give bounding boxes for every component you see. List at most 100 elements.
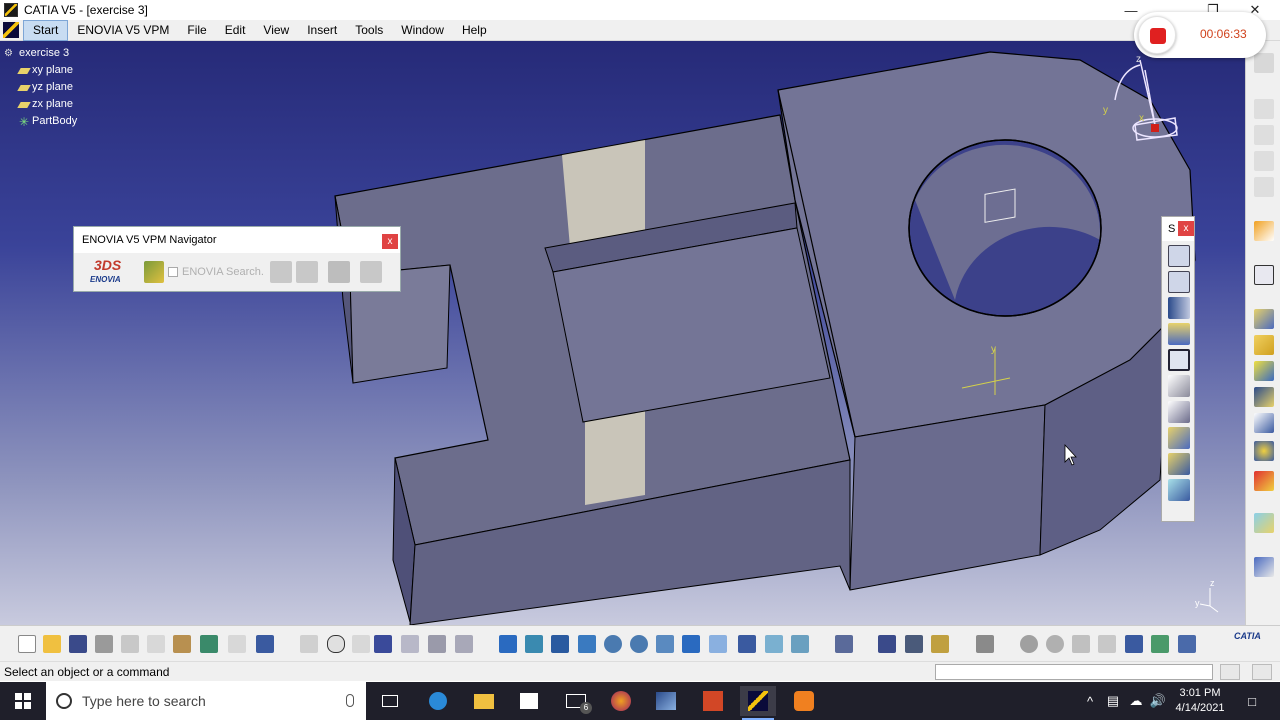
table-icon[interactable] <box>374 635 392 653</box>
search-tree-icon[interactable] <box>270 261 292 283</box>
render-style-icon[interactable] <box>738 635 756 653</box>
sketcher-icon[interactable] <box>1254 265 1274 285</box>
cut-icon[interactable] <box>121 635 139 653</box>
slot-icon[interactable] <box>1168 479 1190 501</box>
open-icon[interactable] <box>43 635 61 653</box>
app-icon[interactable] <box>648 686 684 716</box>
edge-icon[interactable] <box>420 686 456 716</box>
pad-icon[interactable] <box>1168 323 1190 345</box>
inertia-icon[interactable] <box>931 635 949 653</box>
comment-icon[interactable] <box>327 635 345 653</box>
surface-icon[interactable] <box>1254 513 1274 533</box>
parameter-icon[interactable] <box>352 635 370 653</box>
tool-icon[interactable] <box>1254 177 1274 197</box>
tree-node-root[interactable]: ⚙ exercise 3 <box>4 45 77 62</box>
status-button[interactable] <box>1252 664 1272 680</box>
task-view-icon[interactable] <box>372 686 408 716</box>
undo-icon[interactable] <box>200 635 218 653</box>
menu-help[interactable]: Help <box>453 20 496 41</box>
menu-view[interactable]: View <box>254 20 298 41</box>
menu-insert[interactable]: Insert <box>298 20 346 41</box>
new-icon[interactable] <box>18 635 36 653</box>
copy-icon[interactable] <box>147 635 165 653</box>
zoom-in-icon[interactable] <box>604 635 622 653</box>
enovia-navigator-window[interactable]: ENOVIA V5 VPM Navigator x 3DS ENOVIA ENO… <box>73 226 401 292</box>
enovia-search-field[interactable]: ENOVIA Search... <box>182 266 264 278</box>
profile-icon[interactable] <box>1168 297 1190 319</box>
menu-start[interactable]: Start <box>23 19 69 41</box>
pocket-icon[interactable] <box>1254 335 1274 355</box>
catalog-icon[interactable] <box>428 635 446 653</box>
measure-item-icon[interactable] <box>905 635 923 653</box>
shaft-icon[interactable] <box>1254 361 1274 381</box>
iso-view-icon[interactable] <box>709 635 727 653</box>
redo-icon[interactable] <box>228 635 246 653</box>
hide-show-icon[interactable] <box>765 635 783 653</box>
tool-icon[interactable] <box>1254 151 1274 171</box>
swap-space-icon[interactable] <box>791 635 809 653</box>
cloud-icon[interactable]: ☁ <box>1126 682 1146 720</box>
floating-toolbar[interactable]: S x <box>1161 216 1195 522</box>
gear-icon[interactable] <box>1254 53 1274 73</box>
3d-viewport[interactable]: y z y x z y ⚙ exercise 3 xy plane yz pla… <box>0 41 1245 625</box>
tree-node-yz-plane[interactable]: yz plane <box>4 79 77 96</box>
search-options-icon[interactable] <box>144 261 164 283</box>
update-icon[interactable] <box>835 635 853 653</box>
save-icon[interactable] <box>69 635 87 653</box>
hole-icon[interactable] <box>1168 427 1190 449</box>
analysis-icon[interactable] <box>455 635 473 653</box>
measure-between-icon[interactable] <box>878 635 896 653</box>
rotate-view-icon[interactable] <box>1020 635 1038 653</box>
refresh-icon[interactable] <box>360 261 382 283</box>
groove-icon[interactable] <box>1168 401 1190 423</box>
constraint-icon[interactable] <box>1125 635 1143 653</box>
store-icon[interactable] <box>511 686 547 716</box>
mail-icon[interactable]: 6 <box>558 686 594 716</box>
formula-icon[interactable] <box>300 635 318 653</box>
close-icon[interactable]: x <box>1178 221 1194 236</box>
plane-icon[interactable] <box>1254 441 1274 461</box>
notification-icon[interactable]: □ <box>1240 682 1264 720</box>
boolean-icon[interactable] <box>1254 471 1274 491</box>
snap-icon[interactable] <box>1151 635 1169 653</box>
tree-node-xy-plane[interactable]: xy plane <box>4 62 77 79</box>
menu-enovia[interactable]: ENOVIA V5 VPM <box>68 20 178 41</box>
file-explorer-icon[interactable] <box>466 686 502 716</box>
tree-node-partbody[interactable]: ✳ PartBody <box>4 113 77 130</box>
enovia-logo[interactable]: 3DS ENOVIA <box>88 257 134 287</box>
print-icon[interactable] <box>95 635 113 653</box>
paste-icon[interactable] <box>173 635 191 653</box>
rib-icon[interactable] <box>1168 453 1190 475</box>
command-input[interactable] <box>935 664 1213 680</box>
microphone-icon[interactable] <box>346 694 354 707</box>
hand-icon[interactable] <box>1046 635 1064 653</box>
tool-icon[interactable] <box>1254 125 1274 145</box>
fit-all-icon[interactable] <box>525 635 543 653</box>
fly-icon[interactable] <box>499 635 517 653</box>
normal-view-icon[interactable] <box>656 635 674 653</box>
menu-edit[interactable]: Edit <box>216 20 255 41</box>
menu-window[interactable]: Window <box>392 20 453 41</box>
document-icon[interactable] <box>296 261 318 283</box>
pocket-icon[interactable] <box>1168 349 1190 371</box>
search-checkbox[interactable] <box>168 267 178 277</box>
taskbar-search-box[interactable]: Type here to search <box>46 682 366 720</box>
recorder-taskbar-icon[interactable] <box>786 686 822 716</box>
status-button[interactable] <box>1220 664 1240 680</box>
tool-icon[interactable] <box>1254 99 1274 119</box>
windows-start-icon[interactable] <box>0 682 46 720</box>
menu-tools[interactable]: Tools <box>346 20 392 41</box>
grid-icon[interactable] <box>1098 635 1116 653</box>
close-icon[interactable]: x <box>382 234 398 249</box>
positioned-sketch-icon[interactable] <box>1168 271 1190 293</box>
firefox-icon[interactable] <box>603 686 639 716</box>
catia-menu-logo-icon[interactable] <box>3 22 19 38</box>
hole-icon[interactable] <box>1254 413 1274 433</box>
pad-icon[interactable] <box>1254 309 1274 329</box>
axis-icon[interactable] <box>1072 635 1090 653</box>
load-icon[interactable] <box>328 261 350 283</box>
knowledge-icon[interactable] <box>401 635 419 653</box>
powerpoint-icon[interactable] <box>695 686 731 716</box>
volume-icon[interactable]: 🔊 <box>1148 682 1168 720</box>
catia-taskbar-icon[interactable] <box>740 686 776 720</box>
